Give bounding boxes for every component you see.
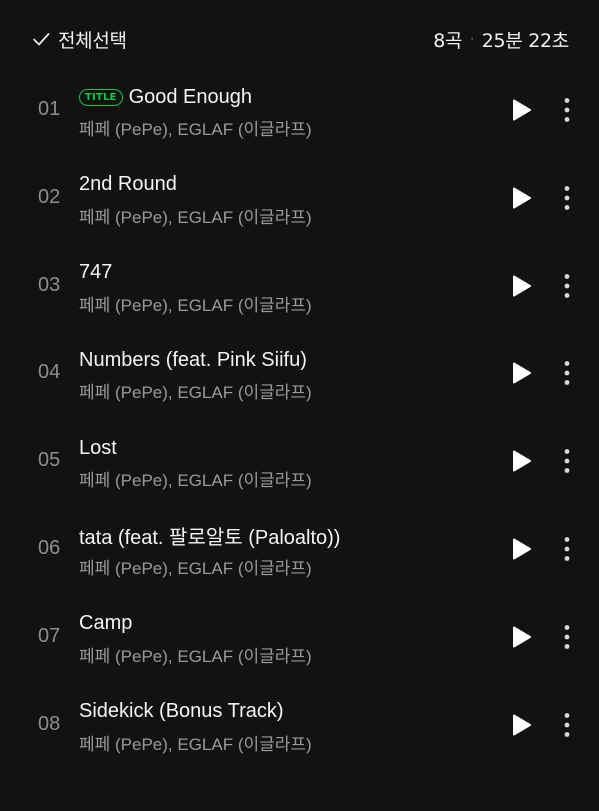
track-number: 03 bbox=[38, 273, 61, 296]
track-title-row: 747 bbox=[79, 259, 112, 287]
track-title-row: 2nd Round bbox=[79, 171, 177, 199]
title-track-badge: TITLE bbox=[79, 88, 123, 106]
track-number: 02 bbox=[38, 185, 61, 208]
track-number: 01 bbox=[38, 98, 61, 120]
more-vertical-icon[interactable] bbox=[556, 272, 578, 300]
more-vertical-icon[interactable] bbox=[556, 447, 578, 475]
track-title-row: Sidekick (Bonus Track) bbox=[79, 698, 284, 726]
play-icon[interactable] bbox=[508, 360, 534, 386]
track-title: Lost bbox=[79, 436, 117, 459]
play-icon[interactable] bbox=[508, 185, 534, 211]
more-vertical-icon[interactable] bbox=[556, 711, 578, 739]
track-artist[interactable]: 페페 (PePe), EGLAF (이글라프) bbox=[79, 730, 312, 755]
summary-separator: · bbox=[470, 32, 474, 46]
track-number: 06 bbox=[38, 536, 61, 559]
track-artist[interactable]: 페페 (PePe), EGLAF (이글라프) bbox=[79, 466, 312, 491]
total-duration: 25분 22초 bbox=[481, 29, 570, 52]
track-row[interactable]: 01 TITLE Good Enough 페페 (PePe), EGLAF (이… bbox=[0, 66, 599, 154]
select-all-label: 전체선택 bbox=[58, 29, 127, 52]
track-row[interactable]: 05 Lost 페페 (PePe), EGLAF (이글라프) bbox=[0, 417, 599, 505]
track-artist[interactable]: 페페 (PePe), EGLAF (이글라프) bbox=[79, 203, 312, 228]
track-number: 07 bbox=[38, 624, 61, 647]
track-number: 05 bbox=[38, 449, 61, 472]
play-icon[interactable] bbox=[508, 273, 534, 299]
track-title-row: Camp bbox=[79, 610, 132, 638]
track-artist[interactable]: 페페 (PePe), EGLAF (이글라프) bbox=[79, 642, 312, 667]
track-title: 747 bbox=[79, 261, 113, 284]
album-summary: 8곡 · 25분 22초 bbox=[433, 24, 569, 54]
track-title: Good Enough bbox=[128, 85, 253, 108]
play-icon[interactable] bbox=[508, 624, 534, 650]
track-row[interactable]: 04 Numbers (feat. Pink Siifu) 페페 (PePe),… bbox=[0, 329, 599, 417]
track-title: 2nd Round bbox=[79, 173, 177, 196]
track-title: Camp bbox=[79, 612, 133, 635]
select-all-button[interactable]: 전체선택 bbox=[31, 24, 127, 54]
track-row[interactable]: 08 Sidekick (Bonus Track) 페페 (PePe), EGL… bbox=[0, 681, 599, 769]
tracklist-header: 전체선택 8곡 · 25분 22초 bbox=[0, 0, 599, 76]
track-row[interactable]: 07 Camp 페페 (PePe), EGLAF (이글라프) bbox=[0, 593, 599, 681]
track-list: 01 TITLE Good Enough 페페 (PePe), EGLAF (이… bbox=[0, 66, 599, 768]
track-title-row: tata (feat. 팔로알토 (Paloalto)) bbox=[79, 522, 340, 550]
track-title-row: Lost bbox=[79, 434, 117, 462]
track-artist[interactable]: 페페 (PePe), EGLAF (이글라프) bbox=[79, 378, 312, 403]
track-artist[interactable]: 페페 (PePe), EGLAF (이글라프) bbox=[79, 291, 312, 316]
play-icon[interactable] bbox=[508, 712, 534, 738]
checkmark-icon bbox=[33, 33, 50, 46]
track-title: Numbers (feat. Pink Siifu) bbox=[79, 348, 307, 371]
track-row[interactable]: 06 tata (feat. 팔로알토 (Paloalto)) 페페 (PePe… bbox=[0, 505, 599, 593]
play-icon[interactable] bbox=[508, 536, 534, 562]
track-row[interactable]: 03 747 페페 (PePe), EGLAF (이글라프) bbox=[0, 242, 599, 330]
more-vertical-icon[interactable] bbox=[556, 535, 578, 563]
track-title-row: TITLE Good Enough bbox=[79, 83, 252, 111]
track-title: tata (feat. 팔로알토 (Paloalto)) bbox=[79, 527, 341, 550]
more-vertical-icon[interactable] bbox=[556, 184, 578, 212]
more-vertical-icon[interactable] bbox=[556, 623, 578, 651]
play-icon[interactable] bbox=[508, 97, 534, 123]
play-icon[interactable] bbox=[508, 448, 534, 474]
track-title-row: Numbers (feat. Pink Siifu) bbox=[79, 346, 307, 374]
track-number: 04 bbox=[38, 361, 61, 384]
track-title: Sidekick (Bonus Track) bbox=[79, 700, 284, 723]
track-number: 08 bbox=[38, 712, 61, 735]
more-vertical-icon[interactable] bbox=[556, 359, 578, 387]
track-artist[interactable]: 페페 (PePe), EGLAF (이글라프) bbox=[79, 115, 312, 140]
track-count: 8곡 bbox=[433, 29, 463, 52]
more-vertical-icon[interactable] bbox=[556, 96, 578, 124]
track-artist[interactable]: 페페 (PePe), EGLAF (이글라프) bbox=[79, 554, 312, 579]
track-row[interactable]: 02 2nd Round 페페 (PePe), EGLAF (이글라프) bbox=[0, 154, 599, 242]
